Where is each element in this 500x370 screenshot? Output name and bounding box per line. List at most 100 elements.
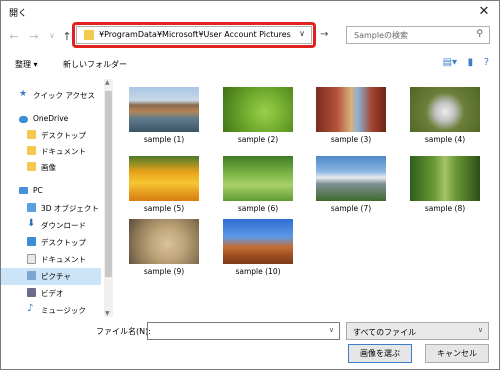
chevron-down-icon: ∨ [477, 326, 483, 334]
scroll-thumb[interactable] [105, 91, 112, 277]
file-tile[interactable]: sample (7) [311, 156, 391, 218]
document-icon [27, 254, 36, 264]
desktop-icon [27, 237, 36, 246]
open-button[interactable]: 画像を選ぶ [348, 344, 412, 363]
nav-pc[interactable]: PC [1, 183, 101, 200]
file-tile[interactable]: sample (2) [218, 87, 298, 149]
nav-music[interactable]: ♪ ミュージック [1, 302, 101, 319]
image-thumbnail [410, 156, 480, 201]
view-options-icon[interactable]: ▤▾ [443, 57, 457, 68]
nav-label: PC [33, 186, 43, 195]
search-placeholder: Sampleの検索 [354, 31, 408, 40]
nav-label: ミュージック [41, 306, 86, 315]
cancel-button[interactable]: キャンセル [425, 344, 489, 363]
video-icon [27, 288, 36, 297]
file-name: sample (5) [143, 204, 185, 213]
filetype-value: すべてのファイル [353, 328, 417, 337]
address-path: ¥ProgramData¥Microsoft¥User Account Pict… [99, 30, 291, 39]
help-icon[interactable]: ? [484, 57, 489, 68]
nav-od-desktop[interactable]: デスクトップ [1, 127, 101, 144]
chevron-down-icon[interactable]: ∨ [329, 326, 334, 334]
go-arrow-icon[interactable]: → [320, 29, 328, 40]
new-folder-button[interactable]: 新しいフォルダー [63, 59, 127, 70]
computer-icon [19, 187, 28, 194]
nav-label: クイック アクセス [33, 91, 96, 100]
file-tile[interactable]: sample (1) [124, 87, 204, 149]
file-name: sample (3) [330, 135, 372, 144]
file-name: sample (1) [143, 135, 185, 144]
nav-label: 画像 [41, 163, 56, 172]
nav-downloads[interactable]: ⬇ ダウンロード [1, 217, 101, 234]
image-thumbnail [223, 219, 293, 264]
close-icon[interactable]: ✕ [475, 3, 493, 21]
filename-label: ファイル名(N): [96, 327, 151, 336]
nav-3d-objects[interactable]: 3D オブジェクト [1, 200, 101, 217]
nav-od-documents[interactable]: ドキュメント [1, 143, 101, 160]
image-thumbnail [129, 156, 199, 201]
music-icon: ♪ [27, 303, 34, 314]
address-bar[interactable]: ¥ProgramData¥Microsoft¥User Account Pict… [76, 26, 312, 44]
file-name: sample (7) [330, 204, 372, 213]
folder-icon [84, 30, 94, 40]
nav-label: OneDrive [33, 114, 69, 123]
chevron-down-icon[interactable]: ∨ [299, 29, 305, 38]
title-bar: 開く ✕ [1, 1, 499, 23]
file-tile[interactable]: sample (6) [218, 156, 298, 218]
navigation-pane: ★ クイック アクセス OneDrive デスクトップ ドキュメント 画像 PC… [1, 79, 101, 317]
nav-od-pictures[interactable]: 画像 [1, 159, 101, 176]
image-thumbnail [223, 156, 293, 201]
nav-label: デスクトップ [41, 131, 86, 140]
back-arrow-icon[interactable]: ← [8, 30, 20, 43]
organize-button[interactable]: 整理 ▾ [15, 59, 38, 70]
nav-pictures[interactable]: ピクチャ [1, 268, 101, 285]
file-tile[interactable]: sample (5) [124, 156, 204, 218]
image-thumbnail [410, 87, 480, 132]
file-tile[interactable]: sample (10) [218, 219, 298, 281]
file-tile[interactable]: sample (4) [405, 87, 485, 149]
nav-label: ピクチャ [41, 272, 71, 281]
nav-label: デスクトップ [41, 238, 86, 247]
folder-icon [27, 130, 36, 139]
nav-label: ドキュメント [41, 255, 86, 264]
nav-scrollbar[interactable]: ▲ ▼ [104, 79, 113, 317]
file-name: sample (4) [424, 135, 466, 144]
star-icon: ★ [19, 89, 28, 99]
image-thumbnail [129, 87, 199, 132]
nav-onedrive[interactable]: OneDrive [1, 111, 101, 128]
file-tile[interactable]: sample (3) [311, 87, 391, 149]
file-tile[interactable]: sample (8) [405, 156, 485, 218]
cube-icon [27, 203, 36, 212]
filetype-select[interactable]: すべてのファイル ∨ [346, 322, 489, 340]
nav-label: ビデオ [41, 289, 64, 298]
folder-icon [27, 162, 36, 171]
preview-pane-icon[interactable]: ▮ [468, 57, 474, 68]
pictures-icon [27, 271, 36, 280]
file-name: sample (10) [235, 267, 281, 276]
folder-icon [27, 146, 36, 155]
nav-documents[interactable]: ドキュメント [1, 251, 101, 268]
scroll-up-icon[interactable]: ▲ [105, 79, 110, 86]
forward-arrow-icon[interactable]: → [28, 30, 40, 43]
scroll-down-icon[interactable]: ▼ [105, 310, 110, 317]
window-title: 開く [9, 9, 28, 19]
nav-desktop[interactable]: デスクトップ [1, 234, 101, 251]
nav-label: 3D オブジェクト [41, 204, 99, 213]
search-icon[interactable]: ⚲ [476, 29, 483, 39]
file-name: sample (8) [424, 204, 466, 213]
nav-videos[interactable]: ビデオ [1, 285, 101, 302]
nav-label: ドキュメント [41, 147, 86, 156]
toolbar: 整理 ▾ 新しいフォルダー ▤▾ ▮ ? [1, 53, 499, 75]
history-dropdown-icon[interactable]: ∨ [46, 31, 58, 40]
file-name: sample (2) [237, 135, 279, 144]
search-input[interactable]: Sampleの検索 ⚲ [346, 26, 490, 44]
nav-quick-access[interactable]: ★ クイック アクセス [1, 87, 101, 104]
image-thumbnail [316, 156, 386, 201]
image-thumbnail [223, 87, 293, 132]
file-tile[interactable]: sample (9) [124, 219, 204, 281]
open-file-dialog: 開く ✕ ← → ∨ ↑ ¥ProgramData¥Microsoft¥User… [0, 0, 500, 370]
filename-field[interactable]: ∨ [147, 322, 340, 340]
download-icon: ⬇ [27, 218, 36, 229]
file-name: sample (9) [143, 267, 185, 276]
nav-label: ダウンロード [41, 221, 86, 230]
cloud-icon [19, 116, 28, 123]
